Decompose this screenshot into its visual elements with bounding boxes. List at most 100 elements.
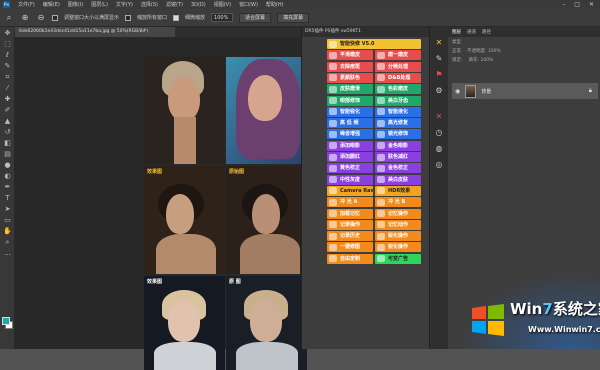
plugin-button[interactable]: 一键修图 xyxy=(327,242,373,253)
plugin-button[interactable]: 高 低 频 xyxy=(327,118,373,129)
layer-row[interactable]: ◉ 背景 🔒︎ xyxy=(452,83,598,99)
brush-panel-icon[interactable]: ✎ xyxy=(434,53,444,63)
tab-channels[interactable]: 通道 xyxy=(467,29,476,35)
plugin-button[interactable]: 色彩磨皮 xyxy=(375,84,421,95)
plugin-button[interactable]: 噪音增强 xyxy=(327,129,373,140)
menu-select[interactable]: 选择(S) xyxy=(141,1,158,8)
zoom-in-icon[interactable]: ⊕ xyxy=(20,13,30,23)
plugin-button[interactable]: 智能快修 V5.0 xyxy=(327,39,421,49)
plugin-button[interactable]: 美白牙齿 xyxy=(375,95,421,106)
plugin-button[interactable]: 冲 光 A xyxy=(327,197,373,208)
hand-tool-icon[interactable]: ✋ xyxy=(1,226,14,236)
plugin-button[interactable]: 添加腮红 xyxy=(327,152,373,162)
fill-field[interactable]: 填充: 100% xyxy=(469,57,494,63)
plugin-button[interactable]: 智能液化 xyxy=(375,106,421,117)
plugin-button[interactable]: Camera Raw xyxy=(327,185,373,196)
visibility-eye-icon[interactable]: ◉ xyxy=(455,88,460,95)
plugin-button[interactable]: HDR效果 xyxy=(375,185,421,196)
opacity-field[interactable]: 不透明度: 100% xyxy=(467,48,501,54)
tab-layers[interactable]: 图层 xyxy=(452,29,461,35)
plugin-button[interactable]: D&B处理 xyxy=(375,72,421,83)
plugin-button[interactable]: 肤色减红 xyxy=(375,152,421,162)
shape-tool-icon[interactable]: ▭ xyxy=(1,215,14,225)
marquee-tool-icon[interactable]: ⬚ xyxy=(1,39,14,49)
tools-x-icon[interactable]: ✕ xyxy=(434,37,444,47)
minimize-icon[interactable]: – xyxy=(562,1,565,8)
menu-edit[interactable]: 编辑(E) xyxy=(43,1,60,8)
pin-icon[interactable]: ⚑ xyxy=(434,69,444,79)
plugin-button[interactable]: 黄色校正 xyxy=(327,163,373,174)
plugin-button[interactable]: 加载记忆 xyxy=(327,208,373,219)
close-icon[interactable]: ✕ xyxy=(589,1,594,8)
plugin-button[interactable]: 金色眼影 xyxy=(375,140,421,151)
pen-tool-icon[interactable]: ✒ xyxy=(1,182,14,192)
crop-tool-icon[interactable]: ⌗ xyxy=(1,72,14,82)
plugin-button[interactable]: 自由定制 xyxy=(327,253,373,264)
menu-image[interactable]: 图像(I) xyxy=(68,1,83,8)
plugin-button[interactable]: 记录历史 xyxy=(327,231,373,242)
plugin-button[interactable]: 磨一磨皮 xyxy=(375,50,421,61)
healing-brush-tool-icon[interactable]: ✚ xyxy=(1,94,14,104)
plugin-button[interactable]: 添加眼影 xyxy=(327,140,373,151)
plugin-button[interactable]: 记忆操作 xyxy=(375,208,421,219)
menu-window[interactable]: 窗口(W) xyxy=(239,1,258,8)
settings-icon[interactable]: ⚙ xyxy=(434,85,444,95)
clone-stamp-tool-icon[interactable]: ▲ xyxy=(1,116,14,126)
plugin-button[interactable]: 锐化操作 xyxy=(375,231,421,242)
close-red-icon[interactable]: ✕ xyxy=(434,111,444,121)
quick-select-tool-icon[interactable]: ✎ xyxy=(1,61,14,71)
kind-label[interactable]: 类型 xyxy=(452,39,461,45)
fill-screen-button[interactable]: 填充屏幕 xyxy=(277,12,310,23)
gradient-tool-icon[interactable]: ▤ xyxy=(1,149,14,159)
eyedropper-tool-icon[interactable]: ⁄ xyxy=(1,83,14,93)
scrubby-zoom-checkbox[interactable] xyxy=(173,14,180,21)
type-tool-icon[interactable]: T xyxy=(1,193,14,203)
plugin-button[interactable]: 智能锐化 xyxy=(327,106,373,117)
plugin-button[interactable]: 平滑磨皮 xyxy=(327,50,373,61)
plugin-button[interactable]: 美白皮肤 xyxy=(375,174,421,185)
menu-file[interactable]: 文件(F) xyxy=(18,1,35,8)
menu-3d[interactable]: 3D(D) xyxy=(191,2,206,8)
canvas-area[interactable]: 效果图 原始图 效果图 原 图 xyxy=(15,37,307,370)
plugin-button[interactable]: 记忆动作 xyxy=(375,219,421,230)
path-select-tool-icon[interactable]: ➤ xyxy=(1,204,14,214)
blend-mode-select[interactable]: 正常 xyxy=(452,48,461,54)
plugin-button[interactable]: 素颜肤色 xyxy=(327,72,373,83)
adjust-icon[interactable]: ◎ xyxy=(434,159,444,169)
zoom-tool-icon[interactable]: ⌕ xyxy=(1,237,14,247)
plugin-button[interactable]: 冲 光 B xyxy=(375,197,421,208)
zoom-all-checkbox[interactable] xyxy=(125,14,132,21)
menu-help[interactable]: 帮助(H) xyxy=(266,1,284,8)
brush-tool-icon[interactable]: ✐ xyxy=(1,105,14,115)
more-tools-icon[interactable]: … xyxy=(1,248,14,258)
plugin-button[interactable]: 分频处理 xyxy=(375,61,421,72)
lasso-tool-icon[interactable]: ℓ xyxy=(1,50,14,60)
plugin-button[interactable]: 记录操作 xyxy=(327,219,373,230)
menu-type[interactable]: 文字(Y) xyxy=(116,1,133,8)
color-icon[interactable]: ◍ xyxy=(434,143,444,153)
eraser-tool-icon[interactable]: ◧ xyxy=(1,138,14,148)
zoom-out-icon[interactable]: ⊖ xyxy=(36,13,46,23)
tab-paths[interactable]: 路径 xyxy=(482,29,491,35)
menu-filter[interactable]: 滤镜(T) xyxy=(166,1,183,8)
move-tool-icon[interactable]: ✥ xyxy=(1,28,14,38)
plugin-button[interactable]: 眼部修饰 xyxy=(327,95,373,106)
zoom-value-field[interactable]: 100% xyxy=(211,13,234,22)
history-brush-tool-icon[interactable]: ↺ xyxy=(1,127,14,137)
plugin-button[interactable]: 高光修复 xyxy=(375,118,421,129)
menu-layer[interactable]: 图层(L) xyxy=(91,1,108,8)
dodge-tool-icon[interactable]: ◐ xyxy=(1,171,14,181)
plugin-button[interactable]: 镜光修饰 xyxy=(375,129,421,140)
document-tab[interactable]: 6de62060b1e43dec41dd15a11e7ba.jpg @ 50%(… xyxy=(15,27,175,37)
maximize-icon[interactable]: □ xyxy=(574,1,580,8)
resize-windows-checkbox[interactable] xyxy=(52,14,58,21)
fit-screen-button[interactable]: 适合屏幕 xyxy=(239,12,272,23)
history-icon[interactable]: ◷ xyxy=(434,127,444,137)
blur-tool-icon[interactable]: ● xyxy=(1,160,14,170)
plugin-button[interactable]: 金色校正 xyxy=(375,163,421,174)
plugin-button[interactable]: 可变广告 xyxy=(375,253,421,264)
plugin-button[interactable]: 去除痘斑 xyxy=(327,61,373,72)
foreground-color-swatch[interactable] xyxy=(2,317,10,325)
plugin-button[interactable]: 锐化操作 xyxy=(375,242,421,253)
plugin-button[interactable]: 皮肤磨滑 xyxy=(327,84,373,95)
